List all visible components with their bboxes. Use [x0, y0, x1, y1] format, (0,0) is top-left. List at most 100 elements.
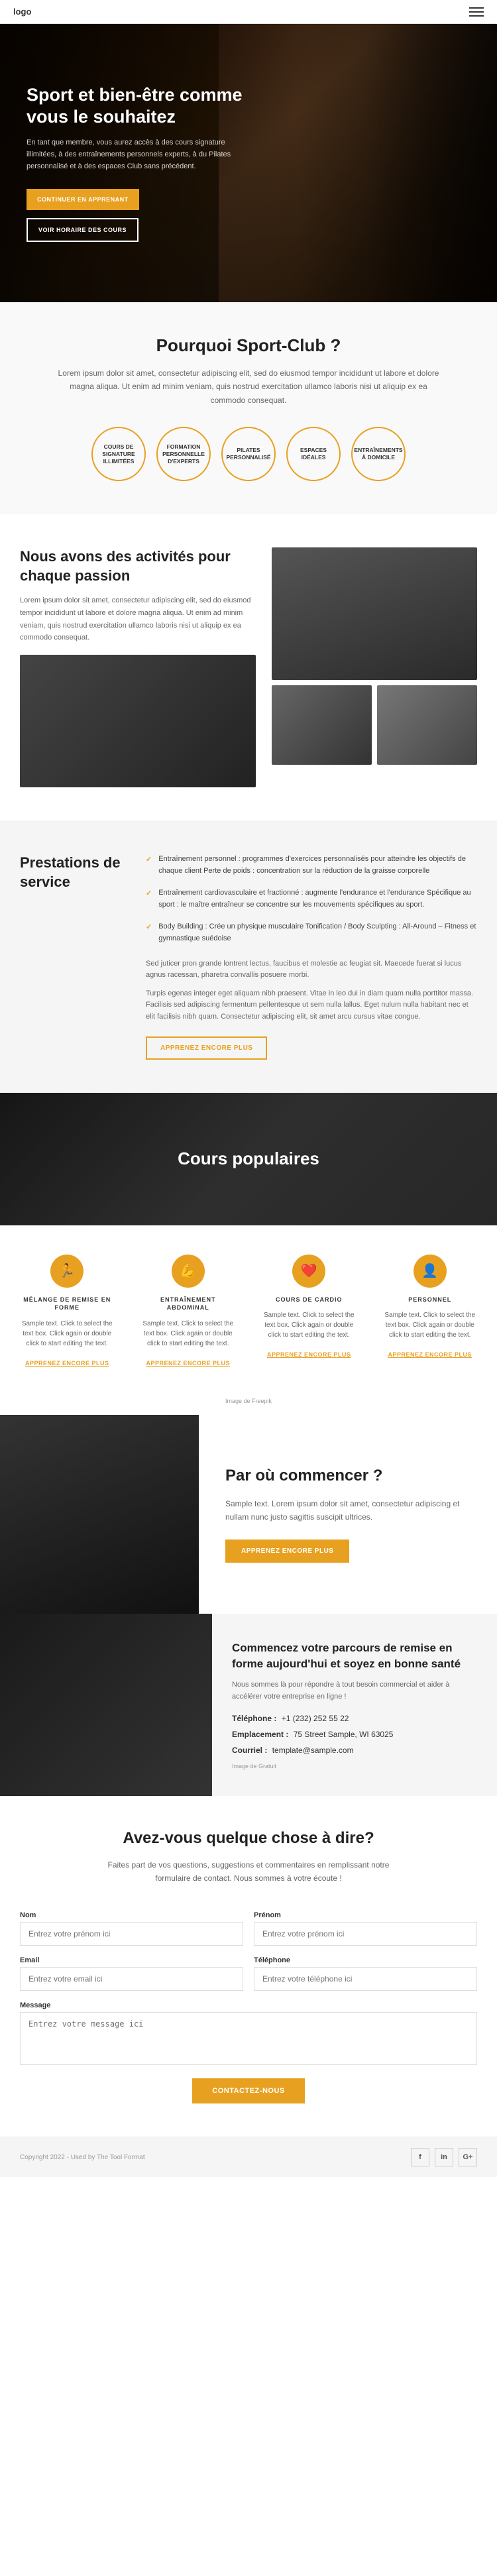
hero-buttons: CONTINUER EN APPRENANT VOIR HORAIRE DES …	[27, 189, 252, 242]
contact-address-label: Emplacement :	[232, 1730, 288, 1739]
form-surname-input[interactable]	[254, 1922, 477, 1946]
contact-email-value: template@sample.com	[272, 1746, 354, 1755]
footer: Copyright 2022 - Used by The Tool Format…	[0, 2137, 497, 2177]
prestations-btn[interactable]: APPRENEZ ENCORE PLUS	[146, 1036, 267, 1060]
form-phone-field: Téléphone	[254, 1956, 477, 1991]
cours-card-btn-melange[interactable]: APPRENEZ ENCORE PLUS	[25, 1360, 109, 1367]
cours-card-title-abdominal: ENTRAÎNEMENT ABDOMINAL	[141, 1296, 236, 1312]
prestations-right: ✓ Entraînement personnel : programmes d'…	[146, 854, 477, 1060]
hamburger-line-2	[469, 11, 484, 13]
prestation-item-1: ✓ Entraînement personnel : programmes d'…	[146, 854, 477, 877]
prestations-list: ✓ Entraînement personnel : programmes d'…	[146, 854, 477, 945]
form-email-label: Email	[20, 1956, 243, 1964]
activite-photo-bottom-left	[272, 685, 372, 765]
contact-email: Courriel : template@sample.com	[232, 1744, 477, 1756]
form-email-field: Email	[20, 1956, 243, 1991]
check-icon-2: ✓	[146, 888, 152, 911]
contact-phone: Téléphone : +1 (232) 252 55 22	[232, 1712, 477, 1724]
activite-photo-left	[20, 655, 256, 787]
cours-icon-personnel: 👤	[414, 1255, 447, 1288]
contact-info-section: Commencez votre parcours de remise en fo…	[0, 1614, 497, 1796]
cours-image-note: Image de Freepik	[0, 1398, 497, 1415]
form-row-2: Email Téléphone	[20, 1956, 477, 1991]
form-row-1: Nom Prénom	[20, 1911, 477, 1946]
check-icon-1: ✓	[146, 854, 152, 877]
cours-cards-container: 🏃 MÉLANGE DE REMISE EN FORME Sample text…	[0, 1225, 497, 1398]
cours-card-title-personnel: PERSONNEL	[383, 1296, 478, 1304]
activites-description: Lorem ipsum dolor sit amet, consectetur …	[20, 594, 256, 644]
cours-card-btn-cardio[interactable]: APPRENEZ ENCORE PLUS	[267, 1351, 351, 1358]
check-icon-3: ✓	[146, 922, 152, 944]
cours-card-btn-personnel[interactable]: APPRENEZ ENCORE PLUS	[388, 1351, 472, 1358]
cours-icon-cardio: ❤️	[292, 1255, 325, 1288]
form-phone-input[interactable]	[254, 1967, 477, 1991]
contact-phone-label: Téléphone :	[232, 1714, 276, 1723]
form-message-field: Message	[20, 2001, 477, 2065]
form-surname-field: Prénom	[254, 1911, 477, 1946]
cours-card-text-melange: Sample text. Click to select the text bo…	[20, 1319, 115, 1349]
cours-populaires-title: Cours populaires	[178, 1148, 319, 1169]
activite-photo-bottom-right	[377, 685, 477, 765]
contact-address: Emplacement : 75 Street Sample, WI 63025	[232, 1728, 477, 1740]
contact-photo-inner	[0, 1614, 212, 1796]
cours-card-cardio: ❤️ COURS DE CARDIO Sample text. Click to…	[252, 1245, 366, 1378]
social-facebook[interactable]: f	[411, 2148, 429, 2166]
hamburger-line-3	[469, 15, 484, 17]
social-google-plus[interactable]: G+	[459, 2148, 477, 2166]
form-email-input[interactable]	[20, 1967, 243, 1991]
form-message-label: Message	[20, 2001, 477, 2009]
badges-container: COURS DE SIGNATURE ILLIMITÉES FORMATION …	[27, 427, 470, 481]
hero-primary-btn[interactable]: CONTINUER EN APPRENANT	[27, 189, 139, 210]
form-name-field: Nom	[20, 1911, 243, 1946]
contact-title: Commencez votre parcours de remise en fo…	[232, 1640, 477, 1672]
hero-description: En tant que membre, vous aurez accès à d…	[27, 137, 252, 172]
cours-populaires-section: Cours populaires 🏃 MÉLANGE DE REMISE EN …	[0, 1093, 497, 1415]
prestations-section: Prestations de service ✓ Entraînement pe…	[0, 820, 497, 1093]
hamburger-line-1	[469, 7, 484, 9]
commencer-btn[interactable]: APPRENEZ ENCORE PLUS	[225, 1540, 349, 1563]
cours-icon-abdominal: 💪	[172, 1255, 205, 1288]
commencer-content: Par où commencer ? Sample text. Lorem ip…	[199, 1415, 497, 1614]
testimonials-section: Avez-vous quelque chose à dire? Faites p…	[0, 1796, 497, 2137]
cours-card-title-cardio: COURS DE CARDIO	[262, 1296, 357, 1304]
form-message-input[interactable]	[20, 2012, 477, 2065]
commencer-photo	[0, 1415, 199, 1614]
cours-card-personnel: 👤 PERSONNEL Sample text. Click to select…	[374, 1245, 487, 1378]
pourquoi-description: Lorem ipsum dolor sit amet, consectetur …	[56, 366, 441, 407]
badge-espaces[interactable]: ESPACES IDÉALES	[286, 427, 341, 481]
hero-content: Sport et bien-être comme vous le souhait…	[0, 58, 278, 268]
form-submit-btn[interactable]: CONTACTEZ-NOUS	[192, 2078, 304, 2103]
badge-entrainements[interactable]: ENTRAÎNEMENTS À DOMICILE	[351, 427, 406, 481]
hamburger-menu[interactable]	[469, 7, 484, 17]
cours-card-btn-abdominal[interactable]: APPRENEZ ENCORE PLUS	[146, 1360, 230, 1367]
hero-title: Sport et bien-être comme vous le souhait…	[27, 84, 252, 127]
cours-icon-melange: 🏃	[50, 1255, 83, 1288]
activites-left: Nous avons des activités pour chaque pas…	[20, 547, 256, 787]
commencer-section: Par où commencer ? Sample text. Lorem ip…	[0, 1415, 497, 1614]
badge-pilates[interactable]: PILATES PERSONNALISÉ	[221, 427, 276, 481]
form-surname-label: Prénom	[254, 1911, 477, 1919]
prestations-extra-left: Sed juticer pron grande lontrent lectus,…	[146, 958, 477, 1023]
badge-cours-signature[interactable]: COURS DE SIGNATURE ILLIMITÉES	[91, 427, 146, 481]
pourquoi-title: Pourquoi Sport-Club ?	[27, 335, 470, 356]
contact-image-note: Image de Gratuit	[232, 1763, 477, 1769]
contact-subtitle: Nous sommes là pour répondre à tout beso…	[232, 1679, 477, 1703]
prestation-item-2: ✓ Entraînement cardiovasculaire et fract…	[146, 887, 477, 911]
commencer-text: Sample text. Lorem ipsum dolor sit amet,…	[225, 1497, 470, 1524]
social-icons: f in G+	[411, 2148, 477, 2166]
badge-formation[interactable]: FORMATION PERSONNELLE D'EXPERTS	[156, 427, 211, 481]
cours-card-abdominal: 💪 ENTRAÎNEMENT ABDOMINAL Sample text. Cl…	[132, 1245, 245, 1378]
form-name-input[interactable]	[20, 1922, 243, 1946]
form-submit-container: CONTACTEZ-NOUS	[20, 2078, 477, 2103]
contact-form: Nom Prénom Email Téléphone Message CONTA…	[20, 1911, 477, 2103]
commencer-photo-inner	[0, 1415, 199, 1614]
avez-vous-title: Avez-vous quelque chose à dire?	[20, 1829, 477, 1848]
form-name-label: Nom	[20, 1911, 243, 1919]
cours-card-text-cardio: Sample text. Click to select the text bo…	[262, 1310, 357, 1340]
cours-card-title-melange: MÉLANGE DE REMISE EN FORME	[20, 1296, 115, 1312]
social-linkedin[interactable]: in	[435, 2148, 453, 2166]
cours-card-text-personnel: Sample text. Click to select the text bo…	[383, 1310, 478, 1340]
cours-card-text-abdominal: Sample text. Click to select the text bo…	[141, 1319, 236, 1349]
contact-address-value: 75 Street Sample, WI 63025	[294, 1730, 394, 1739]
hero-secondary-btn[interactable]: VOIR HORAIRE DES COURS	[27, 218, 138, 242]
